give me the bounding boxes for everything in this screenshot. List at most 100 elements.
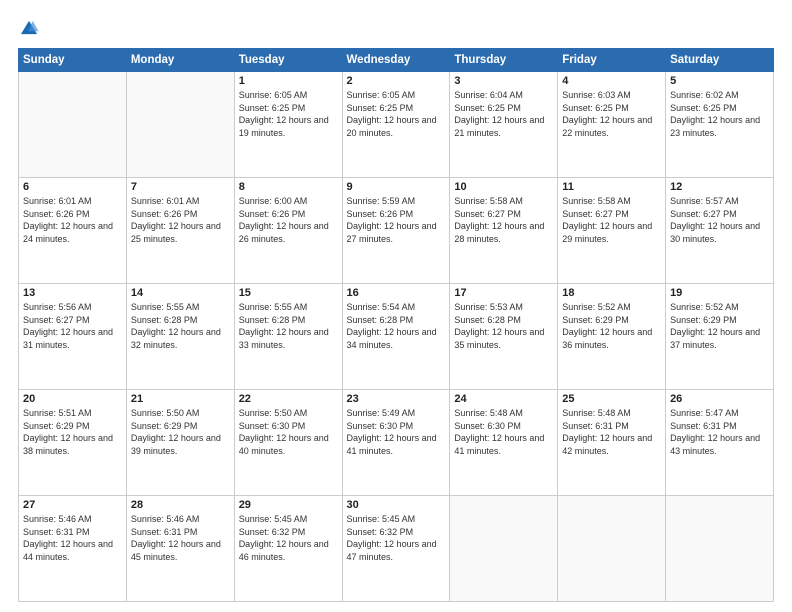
cell-info: Sunrise: 5:58 AM Sunset: 6:27 PM Dayligh… [562, 195, 661, 245]
calendar-cell: 19 Sunrise: 5:52 AM Sunset: 6:29 PM Dayli… [666, 284, 774, 390]
cell-info: Sunrise: 6:01 AM Sunset: 6:26 PM Dayligh… [131, 195, 230, 245]
day-number: 17 [454, 287, 553, 299]
day-header-wednesday: Wednesday [342, 49, 450, 72]
calendar-cell: 27 Sunrise: 5:46 AM Sunset: 6:31 PM Dayli… [19, 496, 127, 602]
day-header-thursday: Thursday [450, 49, 558, 72]
day-header-monday: Monday [126, 49, 234, 72]
calendar-cell: 22 Sunrise: 5:50 AM Sunset: 6:30 PM Dayli… [234, 390, 342, 496]
calendar-cell: 5 Sunrise: 6:02 AM Sunset: 6:25 PM Daylig… [666, 72, 774, 178]
cell-info: Sunrise: 6:01 AM Sunset: 6:26 PM Dayligh… [23, 195, 122, 245]
calendar-cell: 7Sunrise: 6:01 AM Sunset: 6:26 PM Daylig… [126, 178, 234, 284]
calendar-cell: 20Sunrise: 5:51 AM Sunset: 6:29 PM Dayli… [19, 390, 127, 496]
calendar-cell: 9 Sunrise: 5:59 AM Sunset: 6:26 PM Daylig… [342, 178, 450, 284]
calendar-cell: 15 Sunrise: 5:55 AM Sunset: 6:28 PM Dayli… [234, 284, 342, 390]
day-number: 12 [670, 181, 769, 193]
day-number: 2 [347, 75, 446, 87]
week-row-2: 6Sunrise: 6:01 AM Sunset: 6:26 PM Daylig… [19, 178, 774, 284]
calendar-cell: 2 Sunrise: 6:05 AM Sunset: 6:25 PM Daylig… [342, 72, 450, 178]
day-number: 30 [347, 499, 446, 511]
calendar-cell: 6Sunrise: 6:01 AM Sunset: 6:26 PM Daylig… [19, 178, 127, 284]
week-row-5: 27 Sunrise: 5:46 AM Sunset: 6:31 PM Dayli… [19, 496, 774, 602]
cell-info: Sunrise: 5:56 AM Sunset: 6:27 PM Dayligh… [23, 301, 122, 351]
cell-info: Sunrise: 5:49 AM Sunset: 6:30 PM Dayligh… [347, 407, 446, 457]
cell-info: Sunrise: 6:04 AM Sunset: 6:25 PM Dayligh… [454, 89, 553, 139]
day-number: 22 [239, 393, 338, 405]
day-number: 16 [347, 287, 446, 299]
day-number: 25 [562, 393, 661, 405]
day-number: 3 [454, 75, 553, 87]
calendar-cell: 12Sunrise: 5:57 AM Sunset: 6:27 PM Dayli… [666, 178, 774, 284]
cell-info: Sunrise: 6:03 AM Sunset: 6:25 PM Dayligh… [562, 89, 661, 139]
calendar-cell [666, 496, 774, 602]
calendar-table: SundayMondayTuesdayWednesdayThursdayFrid… [18, 48, 774, 602]
day-number: 21 [131, 393, 230, 405]
day-header-saturday: Saturday [666, 49, 774, 72]
calendar-cell: 23 Sunrise: 5:49 AM Sunset: 6:30 PM Dayli… [342, 390, 450, 496]
cell-info: Sunrise: 5:46 AM Sunset: 6:31 PM Dayligh… [23, 513, 122, 563]
header [18, 18, 774, 40]
calendar-cell: 10 Sunrise: 5:58 AM Sunset: 6:27 PM Dayli… [450, 178, 558, 284]
cell-info: Sunrise: 5:50 AM Sunset: 6:29 PM Dayligh… [131, 407, 230, 457]
cell-info: Sunrise: 5:55 AM Sunset: 6:28 PM Dayligh… [239, 301, 338, 351]
day-number: 14 [131, 287, 230, 299]
day-number: 4 [562, 75, 661, 87]
day-number: 1 [239, 75, 338, 87]
cell-info: Sunrise: 6:05 AM Sunset: 6:25 PM Dayligh… [347, 89, 446, 139]
day-number: 23 [347, 393, 446, 405]
calendar-cell: 24Sunrise: 5:48 AM Sunset: 6:30 PM Dayli… [450, 390, 558, 496]
day-number: 8 [239, 181, 338, 193]
cell-info: Sunrise: 5:52 AM Sunset: 6:29 PM Dayligh… [670, 301, 769, 351]
day-number: 5 [670, 75, 769, 87]
cell-info: Sunrise: 6:00 AM Sunset: 6:26 PM Dayligh… [239, 195, 338, 245]
day-number: 15 [239, 287, 338, 299]
day-number: 19 [670, 287, 769, 299]
calendar-cell: 21 Sunrise: 5:50 AM Sunset: 6:29 PM Dayli… [126, 390, 234, 496]
calendar-page: SundayMondayTuesdayWednesdayThursdayFrid… [0, 0, 792, 612]
calendar-cell: 3 Sunrise: 6:04 AM Sunset: 6:25 PM Daylig… [450, 72, 558, 178]
calendar-cell: 17 Sunrise: 5:53 AM Sunset: 6:28 PM Dayli… [450, 284, 558, 390]
cell-info: Sunrise: 5:48 AM Sunset: 6:31 PM Dayligh… [562, 407, 661, 457]
day-number: 26 [670, 393, 769, 405]
day-number: 20 [23, 393, 122, 405]
cell-info: Sunrise: 5:50 AM Sunset: 6:30 PM Dayligh… [239, 407, 338, 457]
day-number: 27 [23, 499, 122, 511]
calendar-cell [19, 72, 127, 178]
day-number: 10 [454, 181, 553, 193]
calendar-cell: 25 Sunrise: 5:48 AM Sunset: 6:31 PM Dayli… [558, 390, 666, 496]
day-header-tuesday: Tuesday [234, 49, 342, 72]
week-row-3: 13 Sunrise: 5:56 AM Sunset: 6:27 PM Dayli… [19, 284, 774, 390]
cell-info: Sunrise: 5:55 AM Sunset: 6:28 PM Dayligh… [131, 301, 230, 351]
calendar-cell [450, 496, 558, 602]
cell-info: Sunrise: 5:59 AM Sunset: 6:26 PM Dayligh… [347, 195, 446, 245]
calendar-cell [558, 496, 666, 602]
week-row-1: 1 Sunrise: 6:05 AM Sunset: 6:25 PM Daylig… [19, 72, 774, 178]
cell-info: Sunrise: 5:53 AM Sunset: 6:28 PM Dayligh… [454, 301, 553, 351]
cell-info: Sunrise: 5:58 AM Sunset: 6:27 PM Dayligh… [454, 195, 553, 245]
calendar-cell: 29Sunrise: 5:45 AM Sunset: 6:32 PM Dayli… [234, 496, 342, 602]
day-number: 11 [562, 181, 661, 193]
calendar-cell [126, 72, 234, 178]
calendar-cell: 16 Sunrise: 5:54 AM Sunset: 6:28 PM Dayli… [342, 284, 450, 390]
cell-info: Sunrise: 5:54 AM Sunset: 6:28 PM Dayligh… [347, 301, 446, 351]
calendar-cell: 8 Sunrise: 6:00 AM Sunset: 6:26 PM Daylig… [234, 178, 342, 284]
calendar-cell: 14 Sunrise: 5:55 AM Sunset: 6:28 PM Dayli… [126, 284, 234, 390]
day-number: 18 [562, 287, 661, 299]
day-number: 9 [347, 181, 446, 193]
logo [18, 18, 44, 40]
calendar-cell: 1 Sunrise: 6:05 AM Sunset: 6:25 PM Daylig… [234, 72, 342, 178]
day-number: 13 [23, 287, 122, 299]
days-header-row: SundayMondayTuesdayWednesdayThursdayFrid… [19, 49, 774, 72]
day-number: 28 [131, 499, 230, 511]
day-header-sunday: Sunday [19, 49, 127, 72]
calendar-cell: 28Sunrise: 5:46 AM Sunset: 6:31 PM Dayli… [126, 496, 234, 602]
calendar-cell: 18 Sunrise: 5:52 AM Sunset: 6:29 PM Dayli… [558, 284, 666, 390]
cell-info: Sunrise: 6:05 AM Sunset: 6:25 PM Dayligh… [239, 89, 338, 139]
cell-info: Sunrise: 5:52 AM Sunset: 6:29 PM Dayligh… [562, 301, 661, 351]
cell-info: Sunrise: 6:02 AM Sunset: 6:25 PM Dayligh… [670, 89, 769, 139]
calendar-cell: 26 Sunrise: 5:47 AM Sunset: 6:31 PM Dayli… [666, 390, 774, 496]
cell-info: Sunrise: 5:47 AM Sunset: 6:31 PM Dayligh… [670, 407, 769, 457]
calendar-cell: 4 Sunrise: 6:03 AM Sunset: 6:25 PM Daylig… [558, 72, 666, 178]
day-header-friday: Friday [558, 49, 666, 72]
day-number: 29 [239, 499, 338, 511]
cell-info: Sunrise: 5:45 AM Sunset: 6:32 PM Dayligh… [347, 513, 446, 563]
